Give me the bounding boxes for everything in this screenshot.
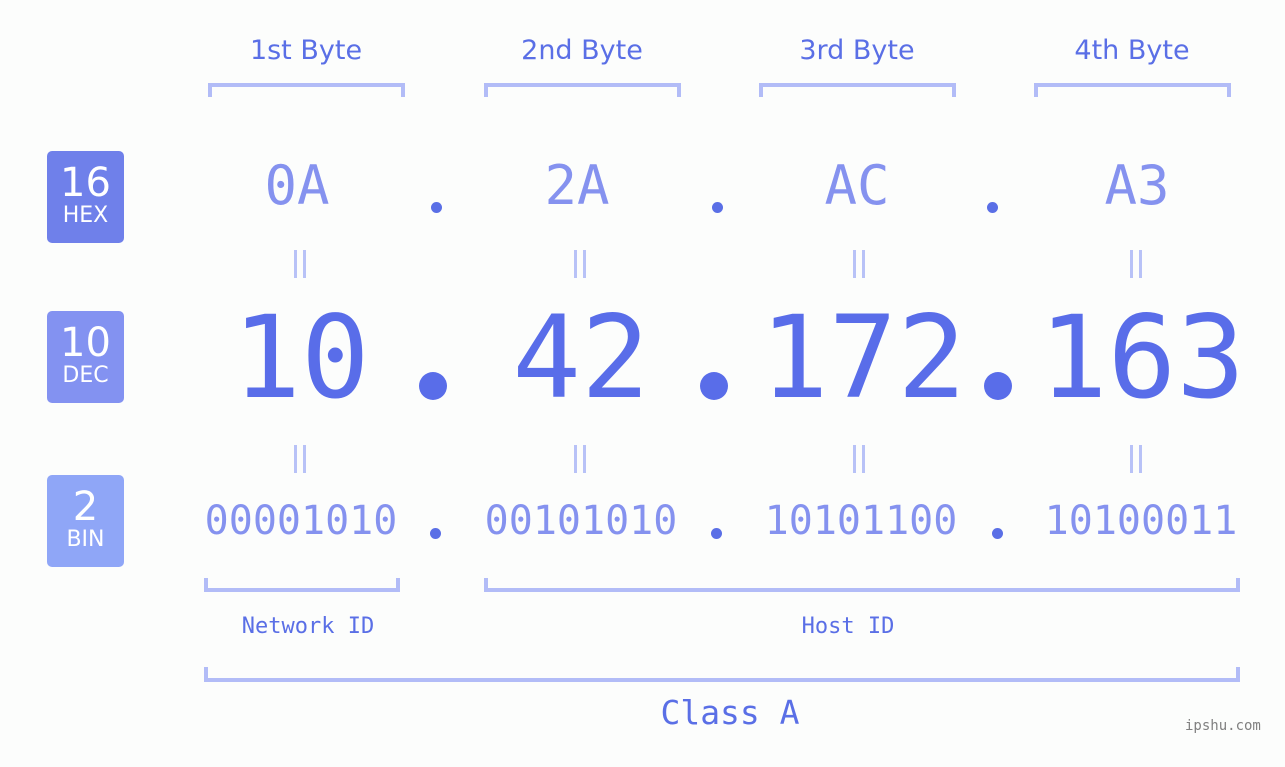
- bin-value-4: 10100011: [1044, 498, 1238, 544]
- hex-separator-dot: [431, 202, 442, 213]
- hex-separator-dot: [987, 202, 998, 213]
- byte-label-4: 4th Byte: [1074, 35, 1190, 66]
- watermark: ipshu.com: [1185, 718, 1261, 734]
- byte-label-1: 1st Byte: [249, 35, 363, 66]
- class-label: Class A: [660, 693, 800, 732]
- class-bracket: [204, 667, 1240, 682]
- equals-marker: [560, 437, 600, 477]
- dec-separator-dot: [700, 372, 728, 400]
- byte-bracket-2: [484, 83, 681, 97]
- dec-value-4: 163: [1039, 291, 1245, 424]
- bin-separator-dot: [992, 528, 1003, 539]
- dec-value-2: 42: [512, 291, 650, 424]
- bin-value-2: 00101010: [484, 498, 678, 544]
- dec-base-unit: DEC: [62, 363, 109, 388]
- dec-separator-dot: [419, 372, 447, 400]
- equals-marker: [280, 437, 320, 477]
- dec-base-number: 10: [60, 320, 111, 366]
- dec-separator-dot: [984, 372, 1012, 400]
- byte-label-2: 2nd Byte: [521, 35, 643, 66]
- hex-value-1: 0A: [264, 154, 330, 217]
- bin-badge: 2 BIN: [47, 475, 124, 567]
- bin-value-3: 10101100: [764, 498, 958, 544]
- bin-separator-dot: [430, 528, 441, 539]
- dec-value-1: 10: [232, 291, 370, 424]
- equals-marker: [1116, 437, 1156, 477]
- equals-marker: [839, 242, 879, 282]
- hex-value-4: A3: [1104, 154, 1170, 217]
- host-id-label: Host ID: [801, 614, 895, 639]
- network-id-label: Network ID: [241, 614, 375, 639]
- equals-marker: [1116, 242, 1156, 282]
- bin-separator-dot: [711, 528, 722, 539]
- equals-marker: [560, 242, 600, 282]
- byte-bracket-3: [759, 83, 956, 97]
- network-id-bracket: [204, 578, 400, 592]
- byte-bracket-1: [208, 83, 405, 97]
- byte-bracket-4: [1034, 83, 1231, 97]
- bin-value-1: 00001010: [204, 498, 398, 544]
- host-id-bracket: [484, 578, 1240, 592]
- equals-marker: [280, 242, 320, 282]
- equals-marker: [839, 437, 879, 477]
- bin-base-unit: BIN: [66, 527, 105, 552]
- dec-value-3: 172: [760, 291, 966, 424]
- dec-badge: 10 DEC: [47, 311, 124, 403]
- hex-base-number: 16: [60, 160, 111, 206]
- hex-base-unit: HEX: [62, 203, 109, 228]
- bin-base-number: 2: [72, 484, 99, 530]
- hex-badge: 16 HEX: [47, 151, 124, 243]
- hex-separator-dot: [712, 202, 723, 213]
- hex-value-3: AC: [824, 154, 890, 217]
- byte-label-3: 3rd Byte: [799, 35, 915, 66]
- hex-value-2: 2A: [544, 154, 610, 217]
